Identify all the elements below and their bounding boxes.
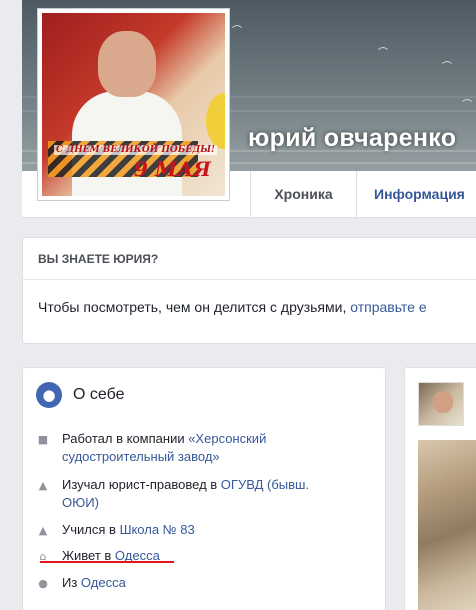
profile-name[interactable]: юрий овчаренко — [248, 124, 456, 153]
know-user-card: ВЫ ЗНАЕТЕ ЮРИЯ? Чтобы посмотреть, чем он… — [22, 237, 476, 344]
red-underline-annotation — [40, 561, 174, 563]
post-photo[interactable] — [418, 440, 476, 610]
graduation-cap-icon: ▲ — [38, 479, 48, 492]
about-card: ● О себе ■ Работал в компании «Херсонски… — [22, 367, 386, 610]
avatar: С ДНЕМ ВЕЛИКОЙ ПОБЕДЫ! 9 МАЯ — [42, 13, 225, 196]
about-row-work: ■ Работал в компании «Херсонский судостр… — [37, 431, 267, 464]
school-link[interactable]: Школа № 83 — [120, 522, 195, 537]
globe-icon: ● — [36, 382, 62, 408]
send-friend-request-link[interactable]: отправьте е — [350, 299, 426, 315]
bird-decoration: ⌒ — [462, 100, 472, 111]
about-row-school: ▲ Учился в Школа № 83 — [38, 522, 195, 537]
bird-decoration: ⌒ — [378, 48, 388, 59]
bird-decoration: ⌒ — [232, 26, 242, 37]
profile-picture[interactable]: С ДНЕМ ВЕЛИКОЙ ПОБЕДЫ! 9 МАЯ — [37, 8, 230, 201]
bird-decoration: ⌒ — [442, 62, 452, 73]
about-row-from: ● Из Одесса — [38, 575, 126, 590]
post-author-avatar[interactable] — [418, 382, 464, 426]
tab-timeline[interactable]: Хроника — [250, 171, 357, 217]
know-card-text: Чтобы посмотреть, чем он делится с друзь… — [38, 299, 427, 315]
tab-about[interactable]: Информация — [374, 171, 465, 217]
know-card-title: ВЫ ЗНАЕТЕ ЮРИЯ? — [23, 238, 476, 280]
timeline-post-card — [404, 367, 476, 610]
graduation-cap-icon: ▲ — [38, 524, 48, 537]
about-title: О себе — [73, 386, 125, 403]
hometown-link[interactable]: Одесса — [81, 575, 126, 590]
avatar-caption-date: 9 МАЯ — [134, 157, 211, 181]
about-row-university: ▲ Изучал юрист-правовед в ОГУВД (бывш. О… — [38, 477, 310, 510]
location-pin-icon: ● — [38, 577, 48, 590]
about-header: ● О себе — [36, 382, 125, 408]
avatar-caption: С ДНЕМ ВЕЛИКОЙ ПОБЕДЫ! — [54, 145, 218, 155]
briefcase-icon: ■ — [37, 433, 49, 446]
